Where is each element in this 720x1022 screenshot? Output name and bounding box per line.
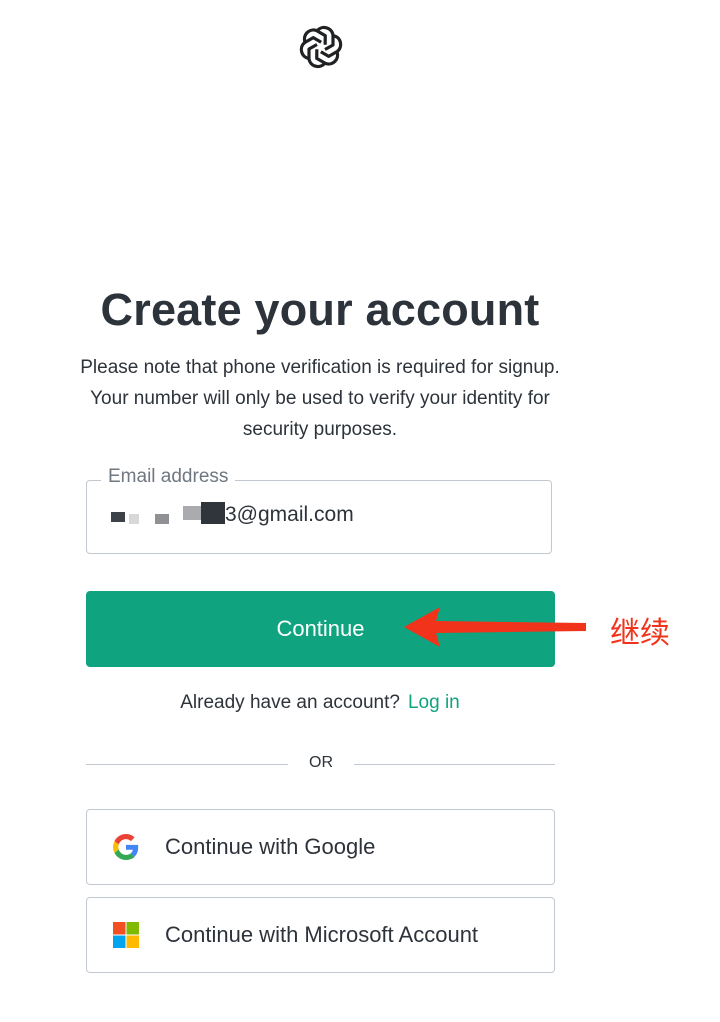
signup-page: Create your account Please note that pho… [0,0,720,1022]
redacted-text [111,502,225,524]
microsoft-button-label: Continue with Microsoft Account [165,922,479,947]
email-field[interactable]: Email address 3@gmail.com [86,466,552,554]
google-button-label: Continue with Google [165,834,376,859]
login-link[interactable]: Log in [408,692,460,713]
google-icon [113,834,139,860]
red-arrow-icon [404,607,586,647]
annotation-text: 继续 [610,616,670,651]
openai-logo-icon [299,25,343,69]
microsoft-icon [113,922,139,948]
page-title: Create your account [100,284,540,335]
email-field-value[interactable]: 3@gmail.com [111,502,354,527]
continue-with-google-button[interactable]: Continue with Google [86,809,555,885]
email-field-label: Email address [101,466,236,488]
divider-text: OR [309,754,333,771]
continue-with-microsoft-button[interactable]: Continue with Microsoft Account [86,897,555,973]
page-subtitle: Please note that phone verification is r… [80,357,560,440]
or-divider: OR [86,754,555,776]
email-visible-suffix: 3@gmail.com [225,503,354,526]
login-prompt: Already have an account? [180,692,400,713]
divider-line-right [354,764,555,765]
login-row: Already have an account? Log in [0,692,640,714]
divider-line-left [86,764,288,765]
